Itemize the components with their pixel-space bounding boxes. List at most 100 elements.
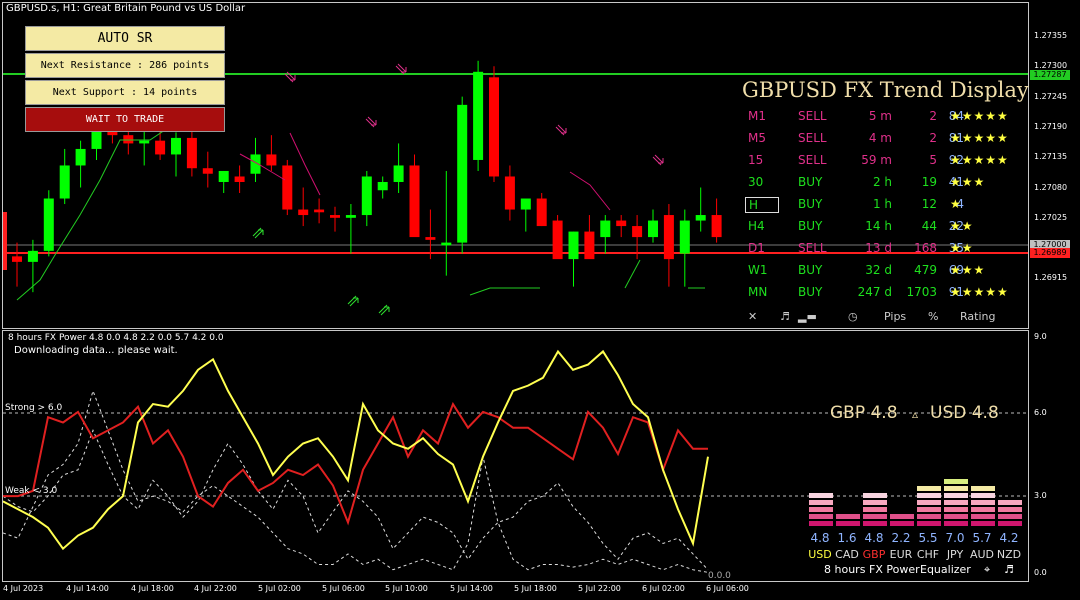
duration-label: 59 m [861, 153, 892, 167]
currency-code[interactable]: CAD [834, 548, 860, 561]
quote-strength: USD 4.8 [930, 403, 999, 423]
signal-label: SELL [798, 109, 827, 123]
duration-label: 247 d [857, 285, 892, 299]
base-strength: GBP 4.8 [830, 403, 898, 423]
timeframe-label[interactable]: MN [748, 285, 774, 299]
currency-code[interactable]: AUD [969, 548, 995, 561]
rating-stars: ★ [950, 197, 962, 211]
trend-row: 15 SELL 59 m 5 92 ★★★★★ [740, 153, 1025, 173]
time-tick-label: 4 Jul 18:00 [131, 584, 174, 593]
wait-to-trade-button[interactable]: WAIT TO TRADE [25, 107, 225, 132]
resistance-price-tag: 1.27287 [1030, 70, 1070, 80]
currency-code[interactable]: EUR [888, 548, 914, 561]
price-tick-label: 1.26915 [1034, 273, 1068, 283]
period-label[interactable]: 8 hours [824, 563, 865, 576]
trend-row: M5 SELL 4 m 2 81 ★★★★★ [740, 131, 1025, 151]
pips-value: 2 [929, 109, 937, 123]
price-tick-label: 1.27190 [1034, 121, 1068, 131]
percent-label: % [928, 310, 939, 323]
time-tick-label: 4 Jul 2023 [3, 584, 44, 593]
equalizer-value: 2.2 [891, 531, 911, 545]
trend-row: H BUY 1 h 12 4 ★ [740, 197, 1025, 217]
currency-code[interactable]: USD [807, 548, 833, 561]
rating-stars: ★★★★★ [950, 153, 1009, 167]
duration-label: 1 h [872, 197, 892, 211]
trend-display-title: GBPUSD FX Trend Display [742, 78, 1029, 102]
trend-row: 30 BUY 2 h 19 41 ★★★ [740, 175, 1025, 195]
trend-row: H4 BUY 14 h 44 22 ★★ [740, 219, 1025, 239]
equalizer-value: 1.6 [837, 531, 857, 545]
currency-code[interactable]: JPY [942, 548, 968, 561]
equalizer-value: 4.8 [864, 531, 884, 545]
timeframe-label[interactable]: H [745, 197, 779, 213]
rating-stars: ★★★ [950, 175, 986, 189]
close-icon[interactable]: ✕ [748, 310, 757, 323]
rating-stars: ★★ [950, 241, 974, 255]
pips-value: 479 [914, 263, 937, 277]
price-tick-label: 1.27355 [1034, 31, 1068, 40]
support-price-tag: 1.26989 [1030, 248, 1070, 258]
equalizer-value: 4.2 [999, 531, 1019, 545]
time-tick-label: 4 Jul 14:00 [66, 584, 109, 593]
pips-label: Pips [884, 310, 907, 323]
pips-value: 5 [929, 153, 937, 167]
timeframe-label[interactable]: D1 [748, 241, 774, 255]
delta-icon: ▵ [912, 407, 919, 421]
rating-stars: ★★★★★ [950, 285, 1009, 299]
price-tick-label: 1.27025 [1034, 212, 1068, 222]
signal-label: BUY [798, 175, 823, 189]
equalizer-value: 4.8 [810, 531, 830, 545]
signal-label: BUY [798, 219, 823, 233]
pips-value: 168 [914, 241, 937, 255]
price-tick-label: 1.27245 [1034, 91, 1068, 101]
signal-label: BUY [798, 285, 823, 299]
time-tick-label: 4 Jul 22:00 [194, 584, 237, 593]
duration-label: 5 m [868, 109, 892, 123]
rating-stars: ★★★★★ [950, 131, 1009, 145]
music-icon[interactable]: ♬ [1004, 563, 1014, 576]
clock-icon[interactable]: ◷ [848, 310, 858, 323]
chart-toggle-icon[interactable]: ▂▬ [798, 310, 817, 323]
pips-value: 12 [921, 197, 937, 211]
time-tick-label: 5 Jul 10:00 [385, 584, 428, 593]
indicator-tick-label: 3.0 [1034, 491, 1047, 500]
duration-label: 32 d [865, 263, 892, 277]
next-resistance-button[interactable]: Next Resistance : 286 points [25, 53, 225, 78]
trend-row: M1 SELL 5 m 2 84 ★★★★★ [740, 109, 1025, 129]
equalizer-value: 5.5 [918, 531, 938, 545]
currency-code[interactable]: CHF [915, 548, 941, 561]
sound-icon[interactable]: ♬ [780, 310, 790, 323]
currency-code[interactable]: GBP [861, 548, 887, 561]
pips-value: 19 [921, 175, 937, 189]
time-tick-label: 5 Jul 22:00 [578, 584, 621, 593]
pips-value: 1703 [906, 285, 937, 299]
timeframe-label[interactable]: H4 [748, 219, 774, 233]
signal-label: BUY [798, 197, 823, 211]
equalizer-label[interactable]: Equalizer [920, 563, 971, 576]
time-tick-label: 6 Jul 02:00 [642, 584, 685, 593]
indicator-tick-label: 6.0 [1034, 408, 1047, 417]
timeframe-label[interactable]: W1 [748, 263, 774, 277]
indicator-tick-label: 0.0 [1034, 568, 1047, 577]
equalizer-value: 5.7 [972, 531, 992, 545]
price-tick-label: 1.27135 [1034, 152, 1068, 162]
timeframe-label[interactable]: 30 [748, 175, 774, 189]
timeframe-label[interactable]: M5 [748, 131, 774, 145]
next-support-button[interactable]: Next Support : 14 points [25, 80, 225, 105]
rating-stars: ★★ [950, 219, 974, 233]
duration-label: 14 h [865, 219, 892, 233]
rating-stars: ★★★★★ [950, 109, 1009, 123]
chart-title: GBPUSD.s, H1: Great Britain Pound vs US … [6, 3, 246, 14]
trend-row: MN BUY 247 d 1703 91 ★★★★★ [740, 285, 1025, 305]
price-tick-label: 1.27300 [1034, 61, 1068, 71]
pips-value: 2 [929, 131, 937, 145]
price-tick-label: 1.27080 [1034, 182, 1068, 192]
timeframe-label[interactable]: M1 [748, 109, 774, 123]
auto-sr-button[interactable]: AUTO SR [25, 26, 225, 51]
timeframe-label[interactable]: 15 [748, 153, 774, 167]
target-icon[interactable]: ⌖ [984, 563, 990, 577]
time-tick-label: 5 Jul 14:00 [450, 584, 493, 593]
duration-label: 13 d [865, 241, 892, 255]
currency-code[interactable]: NZD [996, 548, 1022, 561]
fx-power-label[interactable]: FX Power [869, 563, 920, 576]
